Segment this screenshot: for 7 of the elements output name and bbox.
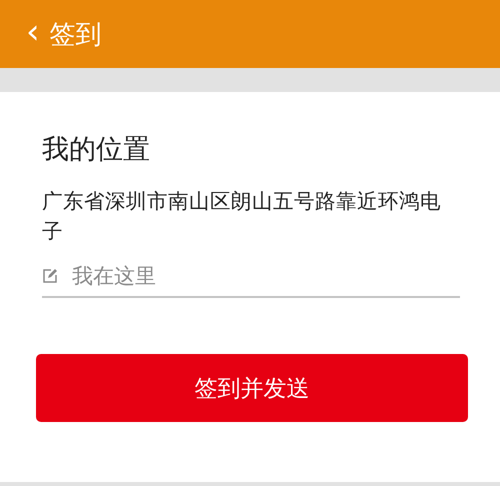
address-text: 广东省深圳市南山区朗山五号路靠近环鸿电子 (42, 188, 442, 245)
note-field[interactable]: 我在这里 (72, 264, 460, 288)
page-title: 签到 (50, 18, 102, 52)
edit-icon (42, 268, 58, 284)
back-icon[interactable]: ‹ (26, 15, 40, 53)
section-heading: 我的位置 (42, 133, 151, 167)
submit-button[interactable]: 签到并发送 (36, 354, 468, 422)
